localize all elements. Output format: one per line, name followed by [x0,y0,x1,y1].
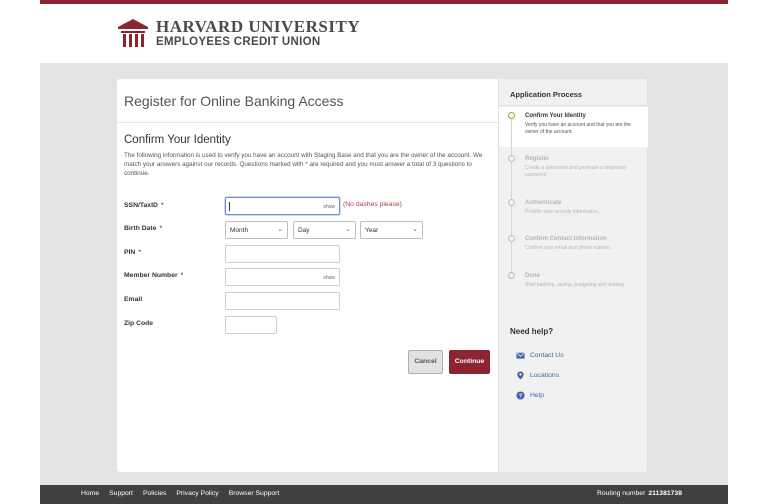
step-dot [508,272,515,279]
logo-building-icon [118,19,148,47]
birth-day-select[interactable]: Day ⌄ [293,221,356,239]
ssn-hint: (No dashes please) [343,201,402,208]
brand-name: HARVARD UNIVERSITY [156,16,361,36]
contact-us-link[interactable]: Contact Us [516,351,564,360]
step-confirm-contact: Confirm Contact Information Confirm your… [525,236,612,251]
footer-links: Home Support Policies Privacy Policy Bro… [81,490,289,497]
pin-label: PIN * [124,249,141,256]
page-title: Register for Online Banking Access [124,93,344,109]
continue-button[interactable]: Continue [449,350,490,374]
map-pin-icon [517,371,524,380]
text-caret [229,202,230,211]
birth-date-label: Birth Date * [124,225,163,232]
member-number-label: Member Number * [124,272,184,279]
zip-code-input[interactable] [225,316,277,334]
step-dot [508,199,515,206]
application-process-panel: Application Process Confirm Your Identit… [498,79,648,472]
process-title: Application Process [510,90,583,99]
ssn-show-toggle[interactable]: show [323,204,335,210]
step-connector-line [511,117,512,277]
email-input[interactable] [225,292,340,310]
step-register: Register Create a username and generate … [525,156,627,178]
member-number-show-toggle[interactable]: show [323,275,335,281]
ssn-label: SSN/TaxID * [124,202,164,209]
ssn-input[interactable]: show [225,197,340,215]
zip-code-label: Zip Code [124,320,154,327]
footer-link-policies[interactable]: Policies [143,490,166,497]
question-icon: ? [516,391,525,400]
footer-bar: Home Support Policies Privacy Policy Bro… [40,485,728,504]
routing-number: Routing number 211381738 [596,490,682,497]
pin-input[interactable] [225,245,340,263]
footer-link-home[interactable]: Home [81,490,99,497]
member-number-input[interactable]: show [225,268,340,286]
locations-link[interactable]: Locations [516,371,559,380]
email-label: Email [124,296,143,303]
chevron-down-icon: ⌄ [345,226,351,233]
step-confirm-identity: Confirm Your Identity Verify you have an… [525,113,631,135]
birth-year-select[interactable]: Year ⌄ [360,221,423,239]
footer-link-browser-support[interactable]: Browser Support [229,490,280,497]
footer-link-privacy-policy[interactable]: Privacy Policy [176,490,218,497]
intro-text: The following information is used to ver… [124,152,483,177]
chevron-down-icon: ⌄ [277,226,283,233]
step-dot [508,235,515,242]
divider [499,105,648,106]
step-authenticate: Authenticate Provide your security infor… [525,200,600,215]
envelope-icon [516,352,525,359]
help-title: Need help? [510,327,554,336]
cancel-button[interactable]: Cancel [408,350,443,374]
chevron-down-icon: ⌄ [412,226,418,233]
section-title: Confirm Your Identity [124,134,231,146]
help-link[interactable]: ? Help [516,391,544,400]
svg-text:?: ? [519,394,523,400]
step-dot-active [508,112,515,119]
birth-month-select[interactable]: Month ⌄ [225,221,288,239]
card-header: Register for Online Banking Access [117,79,498,123]
top-accent-bar [40,0,728,4]
step-dot [508,155,515,162]
brand-subname: EMPLOYEES CREDIT UNION [156,35,321,48]
footer-link-support[interactable]: Support [109,490,133,497]
brand-logo[interactable]: HARVARD UNIVERSITY EMPLOYEES CREDIT UNIO… [116,17,360,49]
registration-card: Register for Online Banking Access Confi… [117,79,648,472]
step-done: Done Start banking, saving, budgeting an… [525,273,626,288]
